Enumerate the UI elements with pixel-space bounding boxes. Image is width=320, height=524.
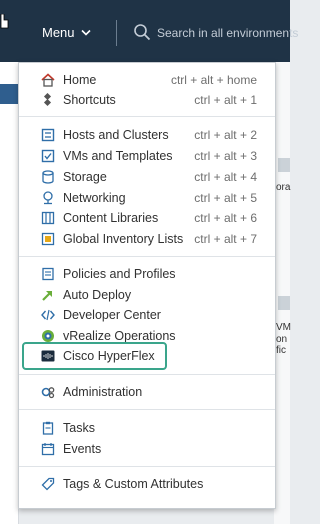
menu-item-label: Auto Deploy — [63, 288, 132, 302]
networking-icon — [41, 191, 55, 205]
menu-item-tags-custom-attributes[interactable]: Tags & Custom Attributes — [19, 474, 275, 494]
auto-deploy-icon — [41, 288, 55, 302]
chevron-down-icon — [80, 29, 91, 36]
topbar-divider — [116, 20, 117, 46]
menu-item-label: Content Libraries — [63, 211, 159, 225]
vms-templates-icon — [41, 149, 55, 163]
menu-item-label: vRealize Operations — [63, 329, 176, 343]
menu-separator — [19, 116, 275, 117]
background-right-text: ora — [276, 182, 291, 193]
menu-button[interactable]: Menu — [42, 22, 91, 44]
hand-cursor-icon — [0, 14, 9, 29]
menu-item-home[interactable]: Home ctrl + alt + home — [19, 70, 275, 90]
menu-item-label: Shortcuts — [63, 93, 116, 107]
background-left-panel — [0, 62, 19, 524]
menu-item-shortcut: ctrl + alt + home — [170, 73, 257, 87]
menu-item-shortcut: ctrl + alt + 5 — [194, 191, 257, 205]
menu-item-label: Administration — [63, 385, 143, 399]
background-right-graphic — [278, 158, 290, 172]
menu-item-global-inventory[interactable]: Global Inventory Lists ctrl + alt + 7 — [19, 229, 275, 249]
menu-item-label: Storage — [63, 170, 107, 184]
menu-separator — [19, 409, 275, 410]
menu-item-label: VMs and Templates — [63, 149, 173, 163]
menu-item-shortcut: ctrl + alt + 2 — [194, 128, 257, 142]
menu-item-label: Developer Center — [63, 308, 161, 322]
menu-item-label: Events — [63, 442, 102, 456]
menu-separator — [19, 466, 275, 467]
menu-item-tasks[interactable]: Tasks — [19, 418, 275, 438]
menu-item-policies-profiles[interactable]: Policies and Profiles — [19, 264, 275, 284]
global-inventory-icon — [41, 232, 55, 246]
developer-center-icon — [41, 308, 55, 322]
cisco-hyperflex-highlight — [22, 342, 167, 370]
menu-item-label: Home — [63, 73, 97, 87]
background-right-panel — [274, 62, 290, 524]
search-icon[interactable] — [133, 23, 151, 41]
vrealize-icon — [41, 329, 55, 343]
menu-item-storage[interactable]: Storage ctrl + alt + 4 — [19, 167, 275, 187]
shortcuts-icon — [41, 93, 55, 107]
menu-separator — [19, 374, 275, 375]
policies-icon — [41, 267, 55, 281]
menu-item-administration[interactable]: Administration — [19, 382, 275, 402]
tags-icon — [41, 477, 55, 491]
storage-icon — [41, 170, 55, 184]
background-right-text: on — [276, 334, 288, 345]
menu-item-label: Networking — [63, 191, 126, 205]
background-right-text: VM — [276, 322, 291, 333]
menu-item-vms-templates[interactable]: VMs and Templates ctrl + alt + 3 — [19, 146, 275, 166]
menu-item-networking[interactable]: Networking ctrl + alt + 5 — [19, 188, 275, 208]
hosts-clusters-icon — [41, 128, 55, 142]
menu-item-shortcut: ctrl + alt + 4 — [194, 170, 257, 184]
menu-item-label: Policies and Profiles — [63, 267, 176, 281]
menu-item-label: Hosts and Clusters — [63, 128, 169, 142]
menu-item-label: Global Inventory Lists — [63, 232, 184, 246]
menu-item-hosts-clusters[interactable]: Hosts and Clusters ctrl + alt + 2 — [19, 125, 275, 145]
menu-item-shortcut: ctrl + alt + 1 — [194, 93, 257, 107]
search-input[interactable]: Search in all environments — [157, 23, 298, 43]
menu-item-developer-center[interactable]: Developer Center — [19, 305, 275, 325]
menu-item-auto-deploy[interactable]: Auto Deploy — [19, 285, 275, 305]
menu-item-shortcuts[interactable]: Shortcuts ctrl + alt + 1 — [19, 90, 275, 110]
administration-icon — [41, 385, 55, 399]
background-right-graphic — [278, 296, 290, 310]
menu-item-shortcut: ctrl + alt + 3 — [194, 149, 257, 163]
tasks-icon — [41, 421, 55, 435]
menu-item-content-libraries[interactable]: Content Libraries ctrl + alt + 6 — [19, 208, 275, 228]
menu-button-label: Menu — [42, 25, 75, 40]
menu-separator — [19, 256, 275, 257]
menu-item-shortcut: ctrl + alt + 6 — [194, 211, 257, 225]
content-libraries-icon — [41, 211, 55, 225]
main-menu-dropdown: Home ctrl + alt + home Shortcuts ctrl + … — [18, 62, 276, 509]
home-icon — [41, 73, 55, 87]
menu-item-label: Tasks — [63, 421, 95, 435]
events-icon — [41, 442, 55, 456]
menu-item-label: Tags & Custom Attributes — [63, 477, 204, 491]
menu-item-shortcut: ctrl + alt + 7 — [194, 232, 257, 246]
top-bar: Menu Search in all environments — [0, 0, 298, 62]
menu-item-events[interactable]: Events — [19, 439, 275, 459]
background-right-text: fic — [276, 345, 286, 356]
